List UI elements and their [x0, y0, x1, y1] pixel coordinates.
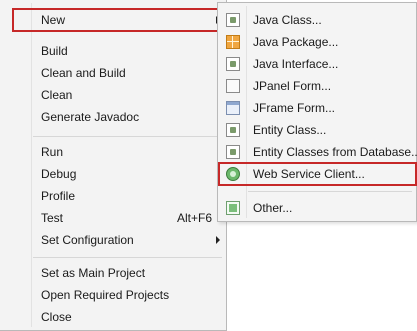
- menu-item-set-configuration[interactable]: Set Configuration: [0, 229, 226, 251]
- menu-item-build[interactable]: Build: [0, 40, 226, 62]
- shortcut-label: Alt+F6: [176, 211, 212, 225]
- menu-item-label: Set Configuration: [41, 233, 134, 247]
- submenu-item-label: JPanel Form...: [253, 79, 332, 93]
- submenu-item-label: Other...: [253, 201, 293, 215]
- submenu-item-label: Java Class...: [253, 13, 322, 27]
- entity-class-icon: [226, 123, 240, 137]
- jpanel-form-icon: [226, 79, 240, 93]
- java-class-icon: [226, 13, 240, 27]
- submenu-arrow-icon: [216, 236, 220, 244]
- menu-item-label: Clean and Build: [41, 66, 126, 80]
- menu-item-label: Run: [41, 145, 64, 159]
- menu-item-label: Open Required Projects: [41, 288, 170, 302]
- submenu-item-label: Entity Class...: [253, 123, 327, 137]
- entity-database-icon: [226, 145, 240, 159]
- menu-item-close[interactable]: Close: [0, 306, 226, 328]
- submenu-item-jframe-form[interactable]: JFrame Form...: [218, 97, 416, 119]
- menu-item-debug[interactable]: Debug: [0, 163, 226, 185]
- menu-item-test[interactable]: Test Alt+F6: [0, 207, 226, 229]
- menu-separator: [33, 136, 222, 137]
- submenu-item-java-package[interactable]: Java Package...: [218, 31, 416, 53]
- menu-item-label: Generate Javadoc: [41, 110, 140, 124]
- menu-item-run[interactable]: Run: [0, 141, 226, 163]
- menu-item-profile[interactable]: Profile: [0, 185, 226, 207]
- submenu-item-entity-class[interactable]: Entity Class...: [218, 119, 416, 141]
- submenu-item-java-interface[interactable]: Java Interface...: [218, 53, 416, 75]
- menu-item-open-required-projects[interactable]: Open Required Projects: [0, 284, 226, 306]
- new-item-highlight-box: [12, 8, 222, 32]
- menu-item-clean[interactable]: Clean: [0, 84, 226, 106]
- other-icon: [226, 201, 240, 215]
- menu-item-label: Profile: [41, 189, 76, 203]
- web-service-client-highlight-box: [218, 162, 417, 186]
- menu-item-clean-and-build[interactable]: Clean and Build: [0, 62, 226, 84]
- menu-item-set-as-main-project[interactable]: Set as Main Project: [0, 262, 226, 284]
- submenu-item-java-class[interactable]: Java Class...: [218, 9, 416, 31]
- new-submenu: Java Class... Java Package... Java Inter…: [217, 2, 417, 222]
- menu-separator: [248, 191, 412, 192]
- menu-item-label: Close: [41, 310, 72, 324]
- submenu-item-label: Entity Classes from Database...: [253, 145, 417, 159]
- menu-item-label: Test: [41, 211, 64, 225]
- project-context-menu: New Build Clean and Build Clean Generate…: [0, 0, 227, 331]
- menu-item-label: Clean: [41, 88, 73, 102]
- menu-item-label: Build: [41, 44, 68, 58]
- submenu-item-label: Java Interface...: [253, 57, 339, 71]
- submenu-item-label: JFrame Form...: [253, 101, 336, 115]
- jframe-form-icon: [226, 101, 240, 115]
- submenu-item-label: Java Package...: [253, 35, 339, 49]
- menu-separator: [33, 257, 222, 258]
- java-interface-icon: [226, 57, 240, 71]
- menu-item-generate-javadoc[interactable]: Generate Javadoc: [0, 106, 226, 128]
- submenu-item-jpanel-form[interactable]: JPanel Form...: [218, 75, 416, 97]
- submenu-item-entity-classes-from-database[interactable]: Entity Classes from Database...: [218, 141, 417, 163]
- menu-item-label: Debug: [41, 167, 77, 181]
- menu-item-label: Set as Main Project: [41, 266, 146, 280]
- submenu-item-other[interactable]: Other...: [218, 197, 416, 219]
- java-package-icon: [226, 35, 240, 49]
